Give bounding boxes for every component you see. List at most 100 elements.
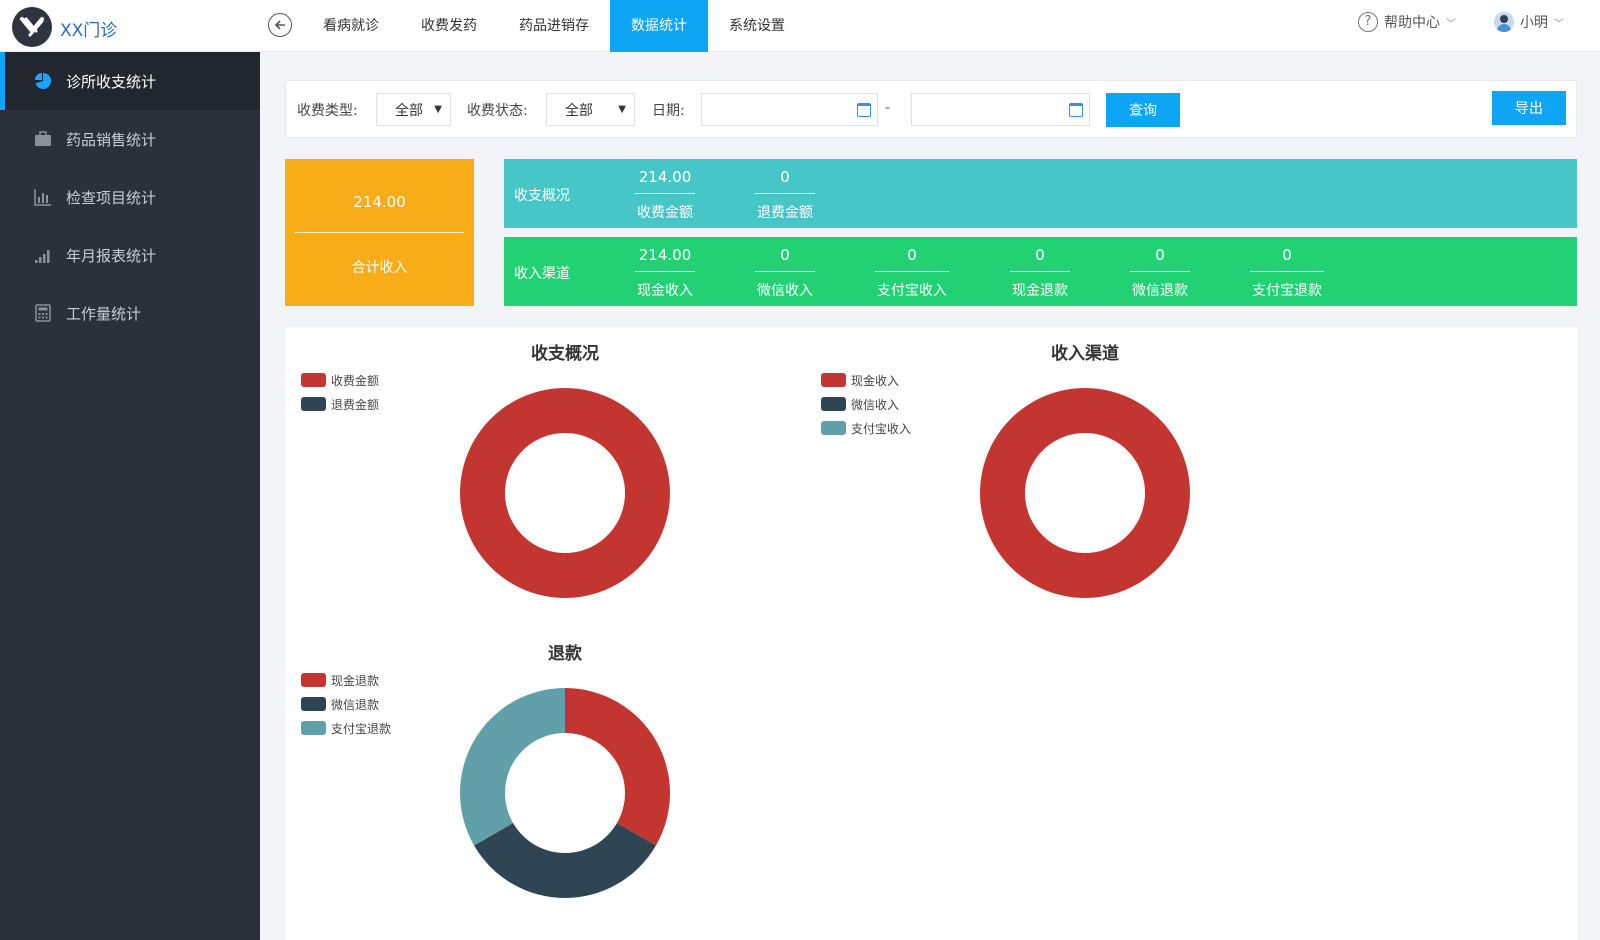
chevron-down-icon: ﹀ [1446,18,1456,30]
sidebar-item-drug-sales[interactable]: 药品销售统计 [0,110,260,168]
stat-value: 0 [1155,246,1165,264]
legend-label: 支付宝退款 [331,721,392,736]
divider [635,271,695,272]
legend-label: 退费金额 [331,397,380,412]
nav-item-settings[interactable]: 系统设置 [708,0,806,52]
legend-item[interactable]: 现金收入 [821,368,911,392]
date-start-field[interactable] [701,93,878,126]
chart-title: 收支概况 [531,344,599,364]
total-income-value: 214.00 [353,193,406,211]
donut-slice-1[interactable] [459,388,670,598]
donut-slice-3[interactable] [460,688,565,846]
sidebar-item-clinic-finance[interactable]: 诊所收支统计 [0,52,260,110]
stat-cell: 0 微信退款 [1130,237,1190,306]
help-center-menu[interactable]: ? 帮助中心 ﹀ [1358,12,1456,32]
fee-type-select[interactable]: 全部 ▼ [376,93,451,126]
calendar-icon[interactable] [1069,103,1083,117]
date-end-input[interactable] [912,94,1089,125]
chart-legend: 现金退款 微信退款 支付宝退款 [301,668,391,740]
divider [1010,271,1070,272]
date-start-input[interactable] [702,94,877,125]
back-button[interactable] [268,13,292,37]
overview-stats-row: 收支概况 214.00 收费金额 0 退费金额 [504,159,1577,228]
legend-label: 现金收入 [851,373,900,388]
legend-item[interactable]: 微信收入 [821,392,911,416]
divider [755,193,815,194]
chevron-down-icon: ▼ [618,104,626,115]
stat-value: 214.00 [638,168,692,186]
sidebar-item-label: 检查项目统计 [66,188,157,207]
legend-item[interactable]: 现金退款 [301,668,391,692]
donut-slice-2[interactable] [474,823,656,898]
legend-item[interactable]: 支付宝收入 [821,416,911,440]
date-end-field[interactable] [911,93,1090,126]
stat-cell: 0 支付宝收入 [875,237,949,306]
legend-swatch [301,673,326,687]
nav-item-statistics[interactable]: 数据统计 [610,0,708,52]
legend-swatch [301,721,326,735]
legend-label: 收费金额 [331,373,380,388]
stat-cell: 0 支付宝退款 [1250,237,1324,306]
donut-chart-overview [459,388,670,598]
legend-label: 微信收入 [851,397,900,412]
fee-status-select[interactable]: 全部 ▼ [546,93,635,126]
chevron-down-icon: ▼ [434,104,442,115]
legend-item[interactable]: 微信退款 [301,692,391,716]
divider [295,232,464,233]
legend-swatch [821,373,846,387]
calculator-icon [34,304,52,322]
stat-cell: 214.00 收费金额 [635,159,695,228]
chart-legend: 收费金额 退费金额 [301,368,379,416]
stat-cell: 0 现金退款 [1010,237,1070,306]
calendar-icon[interactable] [857,103,871,117]
divider [755,271,815,272]
help-center-label: 帮助中心 [1384,15,1440,31]
pie-icon [34,72,52,90]
donut-slice-1[interactable] [565,688,670,846]
nav-item-billing[interactable]: 收费发药 [400,0,498,52]
fee-type-label: 收费类型: [297,103,358,119]
stat-value: 214.00 [638,246,692,264]
overview-title: 收支概况 [514,188,570,204]
question-icon: ? [1358,12,1378,32]
legend-item[interactable]: 收费金额 [301,368,379,392]
filter-bar: 收费类型: 全部 ▼ 收费状态: 全部 ▼ 日期: - 查询 导出 [285,80,1577,138]
divider [635,193,695,194]
legend-item[interactable]: 退费金额 [301,392,379,416]
sidebar-item-workload[interactable]: 工作量统计 [0,284,260,342]
date-separator: - [885,100,891,116]
channels-title: 收入渠道 [514,266,570,282]
legend-label: 微信退款 [331,697,380,712]
sidebar-item-exam-items[interactable]: 检查项目统计 [0,168,260,226]
chevron-down-icon: ﹀ [1554,18,1564,30]
donut-chart-channels [979,388,1190,598]
donut-slice-1[interactable] [979,388,1190,598]
user-name: 小明 [1520,15,1548,31]
sidebar-item-label: 工作量统计 [66,304,142,323]
legend-label: 现金退款 [331,673,380,688]
stat-cell: 214.00 现金收入 [635,237,695,306]
stat-cell: 0 退费金额 [755,159,815,228]
user-menu[interactable]: 小明 ﹀ [1494,12,1564,32]
export-button[interactable]: 导出 [1492,91,1566,125]
stat-label: 支付宝退款 [1252,283,1322,299]
stat-value: 0 [780,168,790,186]
sidebar-item-label: 诊所收支统计 [66,72,157,91]
legend-swatch [301,397,326,411]
nav-item-consultation[interactable]: 看病就诊 [302,0,400,52]
sidebar-item-reports[interactable]: 年月报表统计 [0,226,260,284]
fee-type-value: 全部 [395,102,423,119]
stat-label: 现金收入 [637,283,693,299]
legend-label: 支付宝收入 [851,421,912,436]
date-label: 日期: [652,103,685,119]
arrow-left-icon [274,20,285,30]
stat-label: 微信退款 [1132,283,1188,299]
nav-item-inventory[interactable]: 药品进销存 [498,0,610,52]
stat-value: 0 [907,246,917,264]
briefcase-icon [34,130,52,148]
divider [875,271,949,272]
query-button[interactable]: 查询 [1106,93,1180,127]
stat-cell: 0 微信收入 [755,237,815,306]
legend-item[interactable]: 支付宝退款 [301,716,391,740]
logo-icon[interactable] [12,7,52,47]
